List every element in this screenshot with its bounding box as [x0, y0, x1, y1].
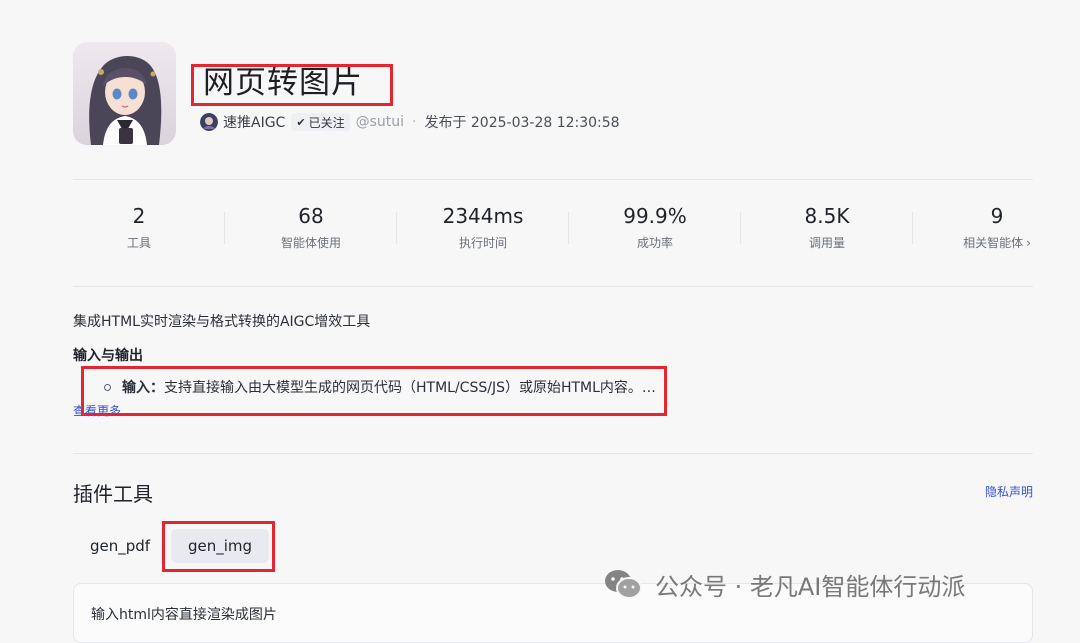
stat-label: 相关智能体 [963, 236, 1024, 250]
chevron-right-icon: › [1026, 236, 1031, 250]
stat-value: 2 [132, 204, 146, 228]
tool-description: 输入html内容直接渲染成图片 [91, 607, 277, 623]
follow-button[interactable]: ✔ 已关注 [291, 113, 350, 131]
stat-label: 工具 [126, 236, 151, 250]
check-icon: ✔ [296, 115, 306, 129]
author-avatar-image [200, 113, 218, 131]
stat-call-count: 8.5K 调用量 [741, 200, 913, 254]
divider-stats [73, 286, 1033, 287]
stat-label: 调用量 [808, 236, 845, 250]
watermark: 公众号 · 老凡AI智能体行动派 [603, 566, 965, 602]
stat-value: 99.9% [623, 204, 687, 228]
stat-tools: 2 工具 [53, 200, 225, 254]
stat-label: 成功率 [636, 236, 673, 250]
io-section-label: 输入与输出 [73, 348, 143, 364]
divider-top [73, 179, 1033, 180]
anime-girl-avatar-image [73, 42, 176, 145]
stat-value: 2344ms [442, 204, 524, 228]
stats-bar: 2 工具 68 智能体使用 2344ms 执行时间 99.9% 成功率 8.5K… [53, 200, 1053, 260]
bullet-highlight-box [81, 366, 667, 416]
stat-value: 68 [298, 204, 324, 228]
meta-separator: · [412, 114, 417, 130]
stat-label: 执行时间 [458, 236, 507, 250]
stat-label-wrap: 相关智能体 › [911, 232, 1080, 254]
author-handle: @sutui [355, 114, 404, 130]
stat-success-rate: 99.9% 成功率 [569, 200, 741, 254]
author-name[interactable]: 速推AIGC [223, 112, 285, 132]
plugin-summary: 集成HTML实时渲染与格式转换的AIGC增效工具 [73, 314, 371, 330]
stat-related-agents[interactable]: 9 相关智能体 › [911, 200, 1080, 254]
wechat-icon [605, 570, 642, 599]
author-avatar[interactable] [200, 113, 218, 131]
plugin-avatar [73, 42, 176, 145]
plugin-tools-heading: 插件工具 [73, 482, 153, 506]
stat-value: 8.5K [804, 204, 850, 228]
tab-gen-pdf[interactable]: gen_pdf [73, 529, 167, 563]
divider-description [73, 453, 1033, 454]
watermark-text: 公众号 · 老凡AI智能体行动派 [655, 572, 966, 601]
privacy-link[interactable]: 隐私声明 [985, 483, 1033, 500]
stat-exec-time: 2344ms 执行时间 [397, 200, 569, 254]
plugin-detail-page: 网页转图片 速推AIGC ✔ 已关注 @sutui · 发布于 2025-03-… [0, 0, 1080, 643]
tab-highlight-box [162, 521, 275, 572]
title-highlight-box [191, 64, 393, 106]
stat-label: 智能体使用 [280, 236, 341, 250]
stat-agent-usage: 68 智能体使用 [225, 200, 397, 254]
follow-label: 已关注 [308, 115, 345, 130]
stat-value: 9 [990, 204, 1004, 228]
publish-date: 发布于 2025-03-28 12:30:58 [424, 115, 620, 131]
author-meta-row: 速推AIGC ✔ 已关注 @sutui · 发布于 2025-03-28 12:… [200, 112, 620, 132]
